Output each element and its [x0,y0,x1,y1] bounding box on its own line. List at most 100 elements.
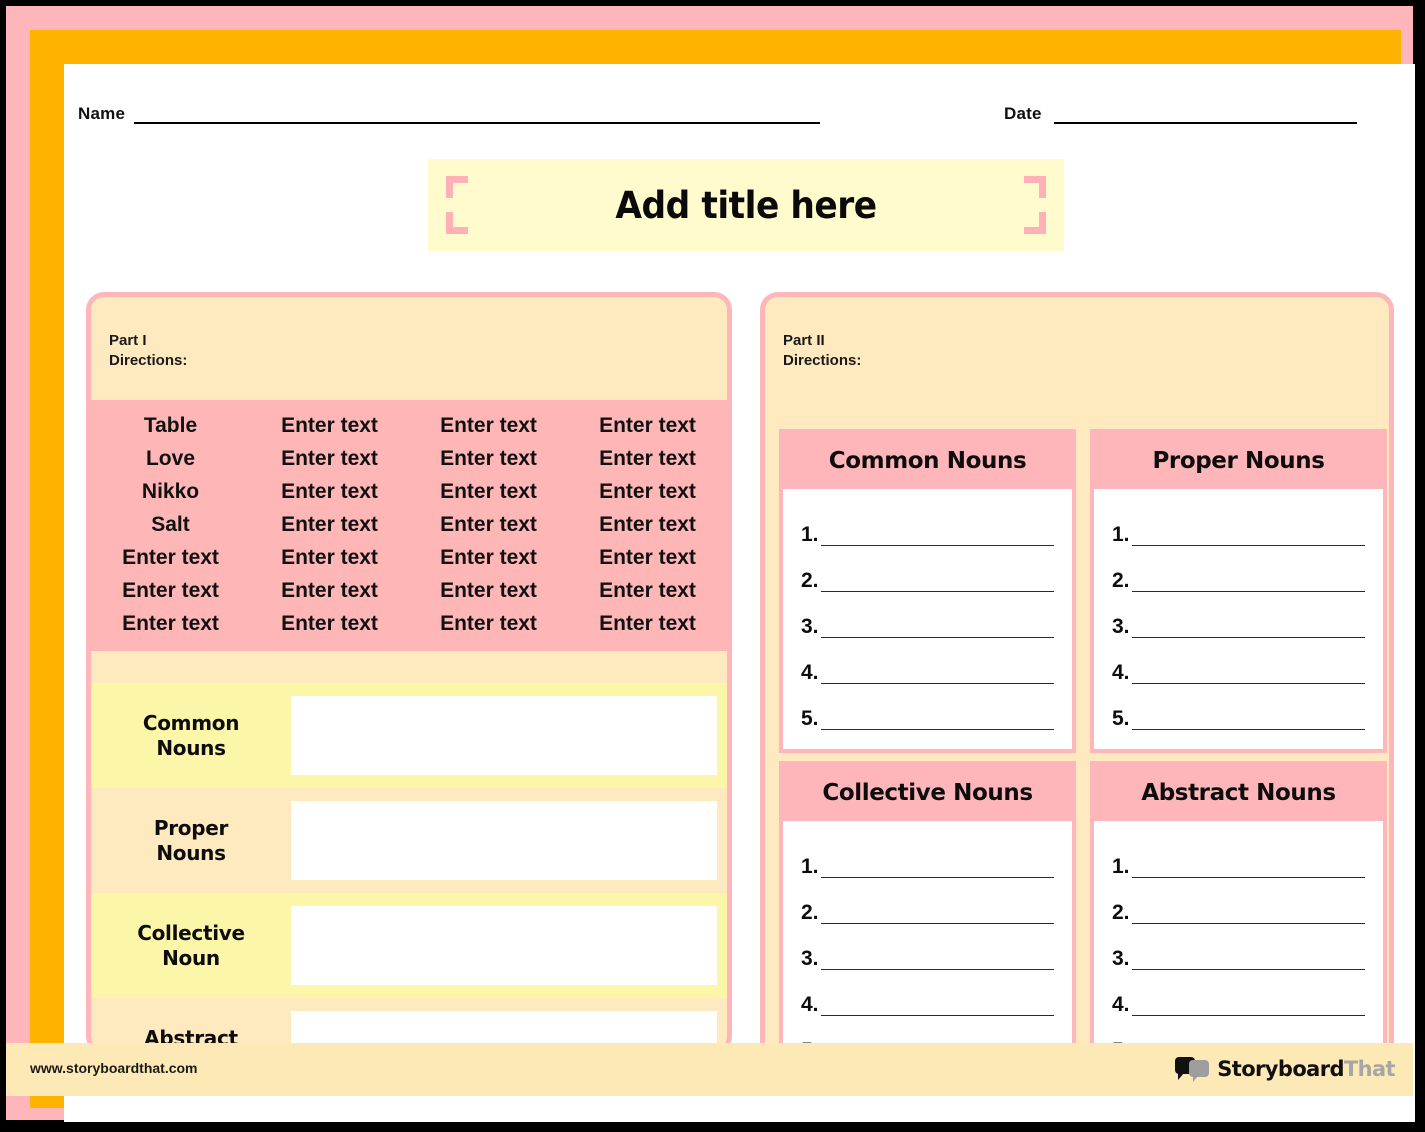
numbered-answer-line[interactable]: 1. [801,835,1054,881]
part-2-heading: Part II Directions: [783,332,862,370]
noun-card-body: 1. 2. 3. 4. 5. [1094,489,1383,733]
answer-line-rule[interactable] [820,729,1054,730]
answer-line-rule[interactable] [1131,683,1365,684]
numbered-answer-line[interactable]: 3. [1112,595,1365,641]
numbered-answer-line[interactable]: 2. [1112,881,1365,927]
noun-card: Collective Nouns1.2.3.4.5. [779,761,1076,1055]
category-label: Collective Noun [137,920,245,970]
worksheet-sheet: Name Date Add title here Part I Directio… [64,64,1415,1122]
numbered-answer-line[interactable]: 4. [801,641,1054,687]
category-answer-box[interactable] [291,906,717,985]
answer-line-rule[interactable] [1131,729,1365,730]
answer-line-rule[interactable] [820,545,1054,546]
answer-line-rule[interactable] [820,969,1054,970]
word-grid-cell[interactable]: Salt [91,508,250,541]
part-1-panel: Part I Directions: Table Enter text Enter … [86,292,732,1054]
word-grid-cell[interactable]: Enter text [250,574,409,607]
word-grid-cell[interactable]: Enter text [91,541,250,574]
word-grid-row: Nikko Enter text Enter text Enter text [91,475,727,508]
word-grid-cell[interactable]: Table [91,409,250,442]
numbered-answer-line[interactable]: 3. [801,927,1054,973]
word-grid-cell[interactable]: Enter text [409,442,568,475]
answer-line-rule[interactable] [820,637,1054,638]
word-grid-cell[interactable]: Nikko [91,475,250,508]
word-grid-cell[interactable]: Enter text [409,607,568,640]
noun-card: Common Nouns 1. 2. 3. 4. 5. [779,429,1076,753]
answer-line-number: 5. [801,707,819,730]
answer-line-rule[interactable] [820,923,1054,924]
answer-line-rule[interactable] [1131,637,1365,638]
numbered-answer-line[interactable]: 4. [1112,641,1365,687]
word-grid-cell[interactable]: Enter text [250,475,409,508]
logo-word-primary: Storyboard [1217,1057,1344,1081]
word-grid-cell[interactable]: Enter text [568,508,727,541]
word-grid-cell[interactable]: Enter text [409,475,568,508]
numbered-answer-line[interactable]: 5. [801,687,1054,733]
noun-card: Abstract Nouns1.2.3.4.5. [1090,761,1387,1055]
word-grid-cell[interactable]: Enter text [409,541,568,574]
title-box[interactable]: Add title here [428,159,1064,251]
numbered-answer-line[interactable]: 2. [1112,549,1365,595]
date-input-line[interactable] [1054,122,1357,124]
word-grid-cell[interactable]: Enter text [409,574,568,607]
answer-line-rule[interactable] [820,683,1054,684]
answer-line-rule[interactable] [1131,969,1365,970]
answer-line-number: 5. [1112,707,1130,730]
footer-url[interactable]: www.storyboardthat.com [30,1060,198,1076]
answer-line-number: 1. [1112,855,1130,878]
category-sort-rows: Common Nouns Proper Nouns Collective Noun A… [91,683,727,1049]
answer-line-number: 4. [801,661,819,684]
answer-line-rule[interactable] [1131,545,1365,546]
word-grid-cell[interactable]: Enter text [568,541,727,574]
noun-card-title: Common Nouns [783,433,1072,489]
word-grid-cell[interactable]: Love [91,442,250,475]
numbered-answer-line[interactable]: 3. [801,595,1054,641]
name-date-row: Name Date [64,64,1415,136]
word-grid-cell[interactable]: Enter text [250,409,409,442]
word-grid-cell[interactable]: Enter text [250,442,409,475]
answer-line-number: 3. [801,947,819,970]
word-grid-cell[interactable]: Enter text [568,607,727,640]
word-grid-cell[interactable]: Enter text [568,475,727,508]
answer-line-rule[interactable] [1131,923,1365,924]
numbered-answer-line[interactable]: 1. [801,503,1054,549]
category-label: Common Nouns [142,710,240,760]
answer-line-rule[interactable] [820,1015,1054,1016]
word-grid-cell[interactable]: Enter text [409,508,568,541]
word-grid-cell[interactable]: Enter text [250,508,409,541]
answer-line-rule[interactable] [1131,1015,1365,1016]
orange-border-frame: Name Date Add title here Part I Directio… [30,30,1415,1122]
word-grid-cell[interactable]: Enter text [250,541,409,574]
numbered-answer-line[interactable]: 5. [1112,687,1365,733]
category-answer-box[interactable] [291,801,717,880]
numbered-answer-line[interactable]: 4. [801,973,1054,1019]
word-grid-cell[interactable]: Enter text [568,442,727,475]
numbered-answer-line[interactable]: 1. [1112,503,1365,549]
answer-line-rule[interactable] [820,877,1054,878]
word-grid-cell[interactable]: Enter text [250,607,409,640]
answer-line-number: 4. [1112,993,1130,1016]
answer-line-number: 2. [1112,569,1130,592]
answer-line-number: 4. [1112,661,1130,684]
word-grid-cell[interactable]: Enter text [568,574,727,607]
storyboardthat-logo[interactable]: Storyboard That [1175,1051,1396,1087]
answer-line-rule[interactable] [820,591,1054,592]
answer-line-number: 2. [1112,901,1130,924]
numbered-answer-line[interactable]: 2. [801,881,1054,927]
answer-line-number: 2. [801,901,819,924]
numbered-answer-line[interactable]: 2. [801,549,1054,595]
word-grid-cell[interactable]: Enter text [409,409,568,442]
worksheet-page: Name Date Add title here Part I Directio… [0,0,1425,1132]
word-grid-cell[interactable]: Enter text [91,574,250,607]
numbered-answer-line[interactable]: 1. [1112,835,1365,881]
numbered-answer-line[interactable]: 3. [1112,927,1365,973]
answer-line-rule[interactable] [1131,877,1365,878]
word-grid-cell[interactable]: Enter text [568,409,727,442]
name-input-line[interactable] [134,122,820,124]
title-text[interactable]: Add title here [450,159,1041,251]
part-1-heading: Part I Directions: [109,332,188,370]
word-grid-cell[interactable]: Enter text [91,607,250,640]
answer-line-rule[interactable] [1131,591,1365,592]
numbered-answer-line[interactable]: 4. [1112,973,1365,1019]
category-answer-box[interactable] [291,696,717,775]
